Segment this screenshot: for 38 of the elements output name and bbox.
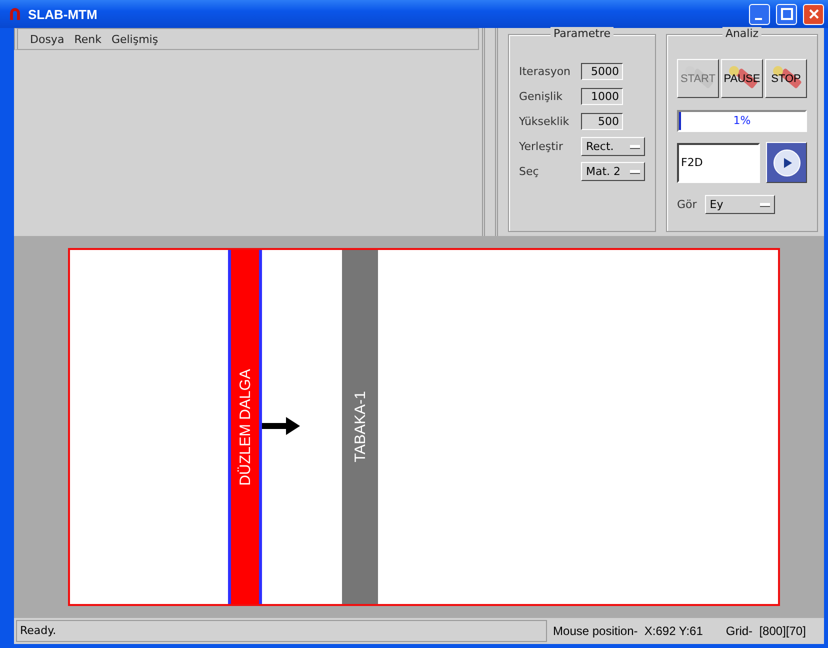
menu-item[interactable]: Dosya [30,32,64,46]
layer-label: DÜZLEM DALGA [236,368,254,486]
command-button[interactable]: STOP [765,59,807,98]
field-label: Iterasyon [519,65,572,78]
dropdown[interactable]: Mat. 2 [581,162,645,181]
window-title: SLAB-MTM [28,6,98,22]
progress-reading: 1% [732,113,752,129]
field-label: Seç [519,165,540,178]
field-label: Gör [677,198,697,211]
magnet-icon [8,6,22,22]
field-label: Genişlik [519,90,564,103]
function-field[interactable]: F2D [677,142,760,182]
play-button[interactable] [766,142,807,183]
input-field[interactable]: 1000 [581,88,623,105]
layer-label: TABAKA-1 [352,391,368,463]
close-button[interactable] [803,4,824,24]
input-field[interactable]: 500 [581,113,623,130]
command-button[interactable]: PAUSE [721,59,763,98]
arrow-icon [262,416,302,436]
maximize-button[interactable] [776,4,797,24]
grid-size: Grid- [800][70] [724,624,807,638]
maximize-icon [780,8,792,20]
input-field[interactable]: 5000 [581,63,623,80]
mouse-position: Mouse position- X:692 Y:61 [552,624,704,638]
field-label: Yükseklik [519,115,570,128]
group-title: Parametre [550,27,614,40]
toolbar-grip[interactable] [482,28,498,236]
close-icon [808,8,820,20]
dropdown[interactable]: Ey [704,195,775,214]
minimize-button[interactable] [749,4,770,24]
minimize-icon [754,18,762,20]
dropdown[interactable]: Rect. [581,137,645,156]
play-icon [772,148,802,178]
status-message: Ready. [16,620,548,642]
menu-item[interactable]: Gelişmiş [111,32,158,46]
group-title: Analiz [722,27,762,40]
field-label: Yerleştir [519,140,564,153]
menu-item[interactable]: Renk [74,32,102,46]
